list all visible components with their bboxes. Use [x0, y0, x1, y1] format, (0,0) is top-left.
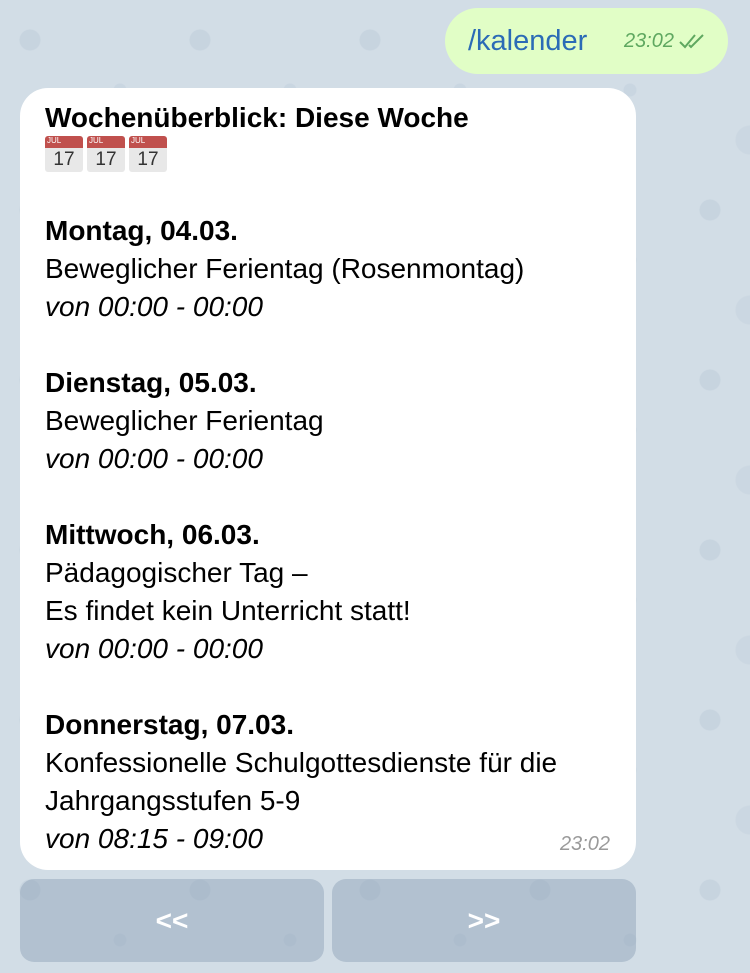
double-check-read-icon — [679, 34, 704, 49]
day-entry-wednesday: Mittwoch, 06.03. Pädagogischer Tag – Es … — [45, 516, 616, 668]
day-description: Es findet kein Unterricht statt! — [45, 595, 411, 626]
day-time: von 00:00 - 00:00 — [45, 443, 263, 474]
day-heading: Mittwoch, 06.03. — [45, 519, 260, 550]
day-time: von 00:00 - 00:00 — [45, 291, 263, 322]
previous-week-button[interactable]: << — [20, 879, 324, 962]
next-week-button[interactable]: >> — [332, 879, 636, 962]
day-time: von 08:15 - 09:00 — [45, 823, 263, 854]
day-time: von 00:00 - 00:00 — [45, 633, 263, 664]
outgoing-message-text: /kalender — [468, 24, 588, 57]
day-description: Pädagogischer Tag – — [45, 557, 308, 588]
calendar-icon: JUL 17 — [45, 136, 83, 172]
day-entry-thursday: Donnerstag, 07.03. Konfessionelle Schulg… — [45, 706, 616, 858]
outgoing-message-time: 23:02 — [623, 29, 674, 52]
day-description: Jahrgangsstufen 5-9 — [45, 785, 301, 816]
outgoing-message-bubble[interactable]: /kalender 23:02 — [445, 8, 728, 74]
incoming-message-bubble[interactable]: Wochenüberblick: Diese Woche JUL 17 JUL … — [20, 88, 636, 870]
calendar-icon: JUL 17 — [129, 136, 167, 172]
day-description: Beweglicher Ferientag — [45, 405, 324, 436]
outgoing-message-meta: 23:02 — [624, 30, 708, 53]
day-heading: Donnerstag, 07.03. — [45, 709, 294, 740]
day-heading: Montag, 04.03. — [45, 215, 238, 246]
message-title: Wochenüberblick: Diese Woche — [45, 102, 469, 133]
day-description: Konfessionelle Schulgottesdienste für di… — [45, 747, 558, 778]
day-description: Beweglicher Ferientag (Rosenmontag) — [45, 253, 525, 284]
incoming-message-time: 23:02 — [559, 833, 610, 855]
calendar-icon: JUL 17 — [87, 136, 125, 172]
day-heading: Dienstag, 05.03. — [45, 367, 257, 398]
day-entry-monday: Montag, 04.03. Beweglicher Ferientag (Ro… — [45, 212, 616, 326]
day-entry-tuesday: Dienstag, 05.03. Beweglicher Ferientag v… — [45, 364, 616, 478]
calendar-emoji-row: JUL 17 JUL 17 JUL 17 — [45, 136, 616, 174]
